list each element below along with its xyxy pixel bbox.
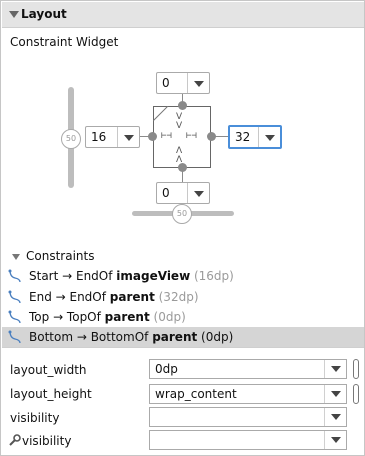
right-anchor[interactable] <box>207 132 216 141</box>
constraint-target: parent <box>109 290 155 304</box>
prop-label-visibility: visibility <box>10 411 60 425</box>
constraint-row-bottom[interactable]: Bottom → BottomOf parent (0dp) <box>2 327 364 347</box>
layout-section-header[interactable]: Layout <box>2 2 364 28</box>
chevron-down-icon[interactable] <box>324 360 346 378</box>
constraint-widget-label: Constraint Widget <box>10 35 119 49</box>
layout-width-side-button[interactable] <box>353 359 359 379</box>
chevron-down-icon[interactable] <box>324 431 346 449</box>
layout-width-combo[interactable]: 0dp <box>149 359 347 379</box>
constraint-row-start[interactable]: Start → EndOf imageView (16dp) <box>2 266 364 286</box>
chevron-down-icon[interactable] <box>324 385 346 403</box>
chevron-down-icon[interactable] <box>187 73 209 93</box>
horizontal-bias-knob[interactable]: 50 <box>172 204 192 224</box>
chevron-down-icon[interactable] <box>258 127 280 147</box>
collapse-triangle-icon[interactable] <box>9 11 19 18</box>
chevron-down-icon[interactable] <box>324 408 346 426</box>
chevron-down-icon[interactable] <box>187 183 209 203</box>
constraint-margin: (32dp) <box>154 290 199 304</box>
attributes-panel: Layout Constraint Widget 50 50 0 0 16 32… <box>0 0 365 456</box>
right-margin-value[interactable]: 32 <box>230 127 258 147</box>
constraint-text: Bottom → BottomOf <box>29 330 153 344</box>
prop-label-layout-width: layout_width <box>10 363 87 377</box>
constraint-link-icon <box>8 269 21 283</box>
constraint-link-icon <box>8 290 21 304</box>
visibility-combo[interactable] <box>149 407 347 427</box>
layout-width-value[interactable]: 0dp <box>155 362 178 376</box>
constraint-target: parent <box>104 310 150 324</box>
constraint-row-end[interactable]: End → EndOf parent (32dp) <box>2 287 364 307</box>
prop-label-tools-visibility: visibility <box>22 434 72 448</box>
top-wrap-icon: ᐯᐯ <box>176 112 183 131</box>
bottom-margin-spinner[interactable]: 0 <box>156 182 210 204</box>
constraint-margin: (0dp) <box>197 330 234 344</box>
constraint-link-icon <box>8 310 21 324</box>
tools-visibility-combo[interactable] <box>149 430 347 450</box>
constraint-link-icon <box>8 330 21 344</box>
aspect-ratio-icon[interactable] <box>153 106 169 122</box>
prop-label-layout-height: layout_height <box>10 387 92 401</box>
constraint-text: Top → TopOf <box>29 310 105 324</box>
constraint-target: parent <box>152 330 198 344</box>
left-anchor[interactable] <box>148 132 157 141</box>
top-anchor[interactable] <box>178 101 187 110</box>
layout-height-value[interactable]: wrap_content <box>155 387 237 401</box>
right-margin-spinner[interactable]: 32 <box>228 125 282 149</box>
right-fixed-icon: ⊢⊣ <box>186 131 197 141</box>
layout-height-combo[interactable]: wrap_content <box>149 384 347 404</box>
bottom-margin-value[interactable]: 0 <box>157 183 187 203</box>
collapse-triangle-icon[interactable] <box>12 254 20 260</box>
constraint-target: imageView <box>116 269 191 283</box>
top-margin-value[interactable]: 0 <box>157 73 187 93</box>
left-fixed-icon: ⊢⊣ <box>161 131 172 141</box>
bottom-wrap-icon: ᐱᐱ <box>176 146 183 165</box>
constraint-text: Start → EndOf <box>29 269 117 283</box>
wrench-icon <box>9 434 21 446</box>
left-margin-spinner[interactable]: 16 <box>85 126 140 148</box>
section-title: Layout <box>21 7 67 21</box>
chevron-down-icon[interactable] <box>117 127 139 147</box>
top-margin-spinner[interactable]: 0 <box>156 72 210 94</box>
constraints-label: Constraints <box>26 249 95 263</box>
vertical-bias-knob[interactable]: 50 <box>61 129 81 149</box>
layout-height-side-button[interactable] <box>353 384 359 404</box>
constraint-margin: (16dp) <box>190 269 234 283</box>
constraint-row-top[interactable]: Top → TopOf parent (0dp) <box>2 307 364 327</box>
constraint-text: End → EndOf <box>29 290 110 304</box>
left-margin-value[interactable]: 16 <box>86 127 117 147</box>
section-divider <box>2 347 364 348</box>
constraint-margin: (0dp) <box>149 310 186 324</box>
